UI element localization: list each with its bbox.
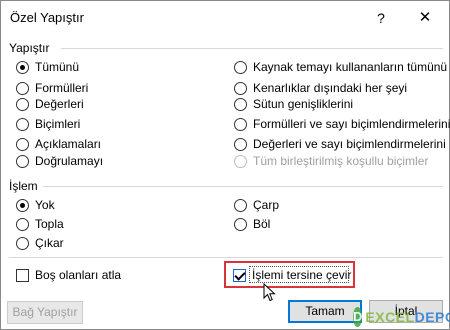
radio-button[interactable] <box>16 117 29 131</box>
radio-label: Kaynak temayı kullananların tümünü <box>253 60 448 74</box>
radio-button[interactable] <box>16 217 29 231</box>
checkbox[interactable] <box>233 268 246 282</box>
watermark-badge-icon: D <box>353 307 363 327</box>
radio-paste-comments[interactable]: Açıklamaları <box>16 135 101 153</box>
radio-button[interactable] <box>234 198 247 212</box>
paste-special-dialog: Özel Yapıştır ? ✕ Yapıştır Tümünü Formül… <box>0 0 450 330</box>
close-button[interactable]: ✕ <box>415 8 435 28</box>
radio-button[interactable] <box>16 97 29 111</box>
radio-button[interactable] <box>234 81 247 95</box>
radio-button[interactable] <box>16 154 29 168</box>
radio-op-multiply[interactable]: Çarp <box>234 196 279 214</box>
radio-op-none[interactable]: Yok <box>16 196 55 214</box>
paste-link-button: Bağ Yapıştır <box>7 301 83 324</box>
radio-button[interactable] <box>16 236 29 250</box>
radio-paste-formats[interactable]: Biçimleri <box>16 115 80 133</box>
radio-label: Sütun genişliklerini <box>253 97 354 111</box>
radio-op-subtract[interactable]: Çıkar <box>16 234 64 252</box>
radio-label: Açıklamaları <box>35 137 102 151</box>
help-button[interactable]: ? <box>371 8 391 28</box>
radio-label: Yok <box>35 198 55 212</box>
radio-label: Formülleri <box>35 81 89 95</box>
checkbox-label: Boş olanları atla <box>35 268 122 282</box>
radio-button[interactable] <box>16 137 29 151</box>
radio-label: Tüm birleştirilmiş koşullu biçimler <box>253 154 429 168</box>
watermark-prefix: EXCEL <box>365 309 415 325</box>
watermark-logo: D EXCELDEPO <box>353 305 450 329</box>
options-divider <box>9 257 443 258</box>
radio-label: Kenarlıklar dışındaki her şeyi <box>253 81 408 95</box>
radio-label: Doğrulamayı <box>35 154 104 168</box>
checkbox-skip-blanks[interactable]: Boş olanları atla <box>16 266 121 284</box>
paste-group-divider <box>61 48 443 49</box>
checkbox[interactable] <box>16 268 29 282</box>
radio-paste-column-widths[interactable]: Sütun genişliklerini <box>234 95 353 113</box>
operation-group-divider <box>43 186 443 187</box>
radio-label: Böl <box>253 217 271 231</box>
radio-button[interactable] <box>234 217 247 231</box>
radio-button <box>234 154 247 168</box>
watermark-text: EXCELDEPO <box>365 309 450 325</box>
radio-label: Topla <box>35 217 64 231</box>
radio-label: Çarp <box>253 198 280 212</box>
radio-label: Biçimleri <box>35 117 81 131</box>
radio-button[interactable] <box>234 97 247 111</box>
radio-paste-values-number-formats[interactable]: Değerleri ve sayı biçimlendirmelerini <box>234 135 446 153</box>
radio-label: Formülleri ve sayı biçimlendirmelerini <box>253 117 450 131</box>
radio-button[interactable] <box>16 81 29 95</box>
mouse-cursor-icon <box>263 283 276 302</box>
watermark-suffix: DEPO <box>414 309 450 325</box>
radio-button[interactable] <box>16 198 29 212</box>
dialog-title: Özel Yapıştır <box>10 10 84 25</box>
radio-paste-formulas-number-formats[interactable]: Formülleri ve sayı biçimlendirmelerini <box>234 115 450 133</box>
radio-op-add[interactable]: Topla <box>16 215 64 233</box>
radio-paste-all[interactable]: Tümünü <box>16 58 79 76</box>
radio-button[interactable] <box>234 60 247 74</box>
radio-button[interactable] <box>234 137 247 151</box>
radio-op-divide[interactable]: Böl <box>234 215 270 233</box>
radio-label: Çıkar <box>35 236 64 250</box>
radio-paste-merge-conditional-formats: Tüm birleştirilmiş koşullu biçimler <box>234 152 428 170</box>
radio-button[interactable] <box>234 117 247 131</box>
radio-paste-values[interactable]: Değerleri <box>16 95 84 113</box>
radio-paste-validation[interactable]: Doğrulamayı <box>16 152 103 170</box>
title-bar: Özel Yapıştır ? ✕ <box>1 1 449 33</box>
checkbox-transpose[interactable]: İşlemi tersine çevir <box>233 266 351 284</box>
radio-label: Tümünü <box>35 60 80 74</box>
paste-group-label: Yapıştır <box>9 41 50 55</box>
operation-group-label: İşlem <box>9 179 38 193</box>
radio-label: Değerleri <box>35 97 84 111</box>
radio-paste-source-theme[interactable]: Kaynak temayı kullananların tümünü <box>234 58 447 76</box>
radio-label: Değerleri ve sayı biçimlendirmelerini <box>253 137 446 151</box>
ok-button[interactable]: Tamam <box>288 300 362 323</box>
checkbox-label: İşlemi tersine çevir <box>252 268 352 282</box>
radio-button[interactable] <box>16 60 29 74</box>
